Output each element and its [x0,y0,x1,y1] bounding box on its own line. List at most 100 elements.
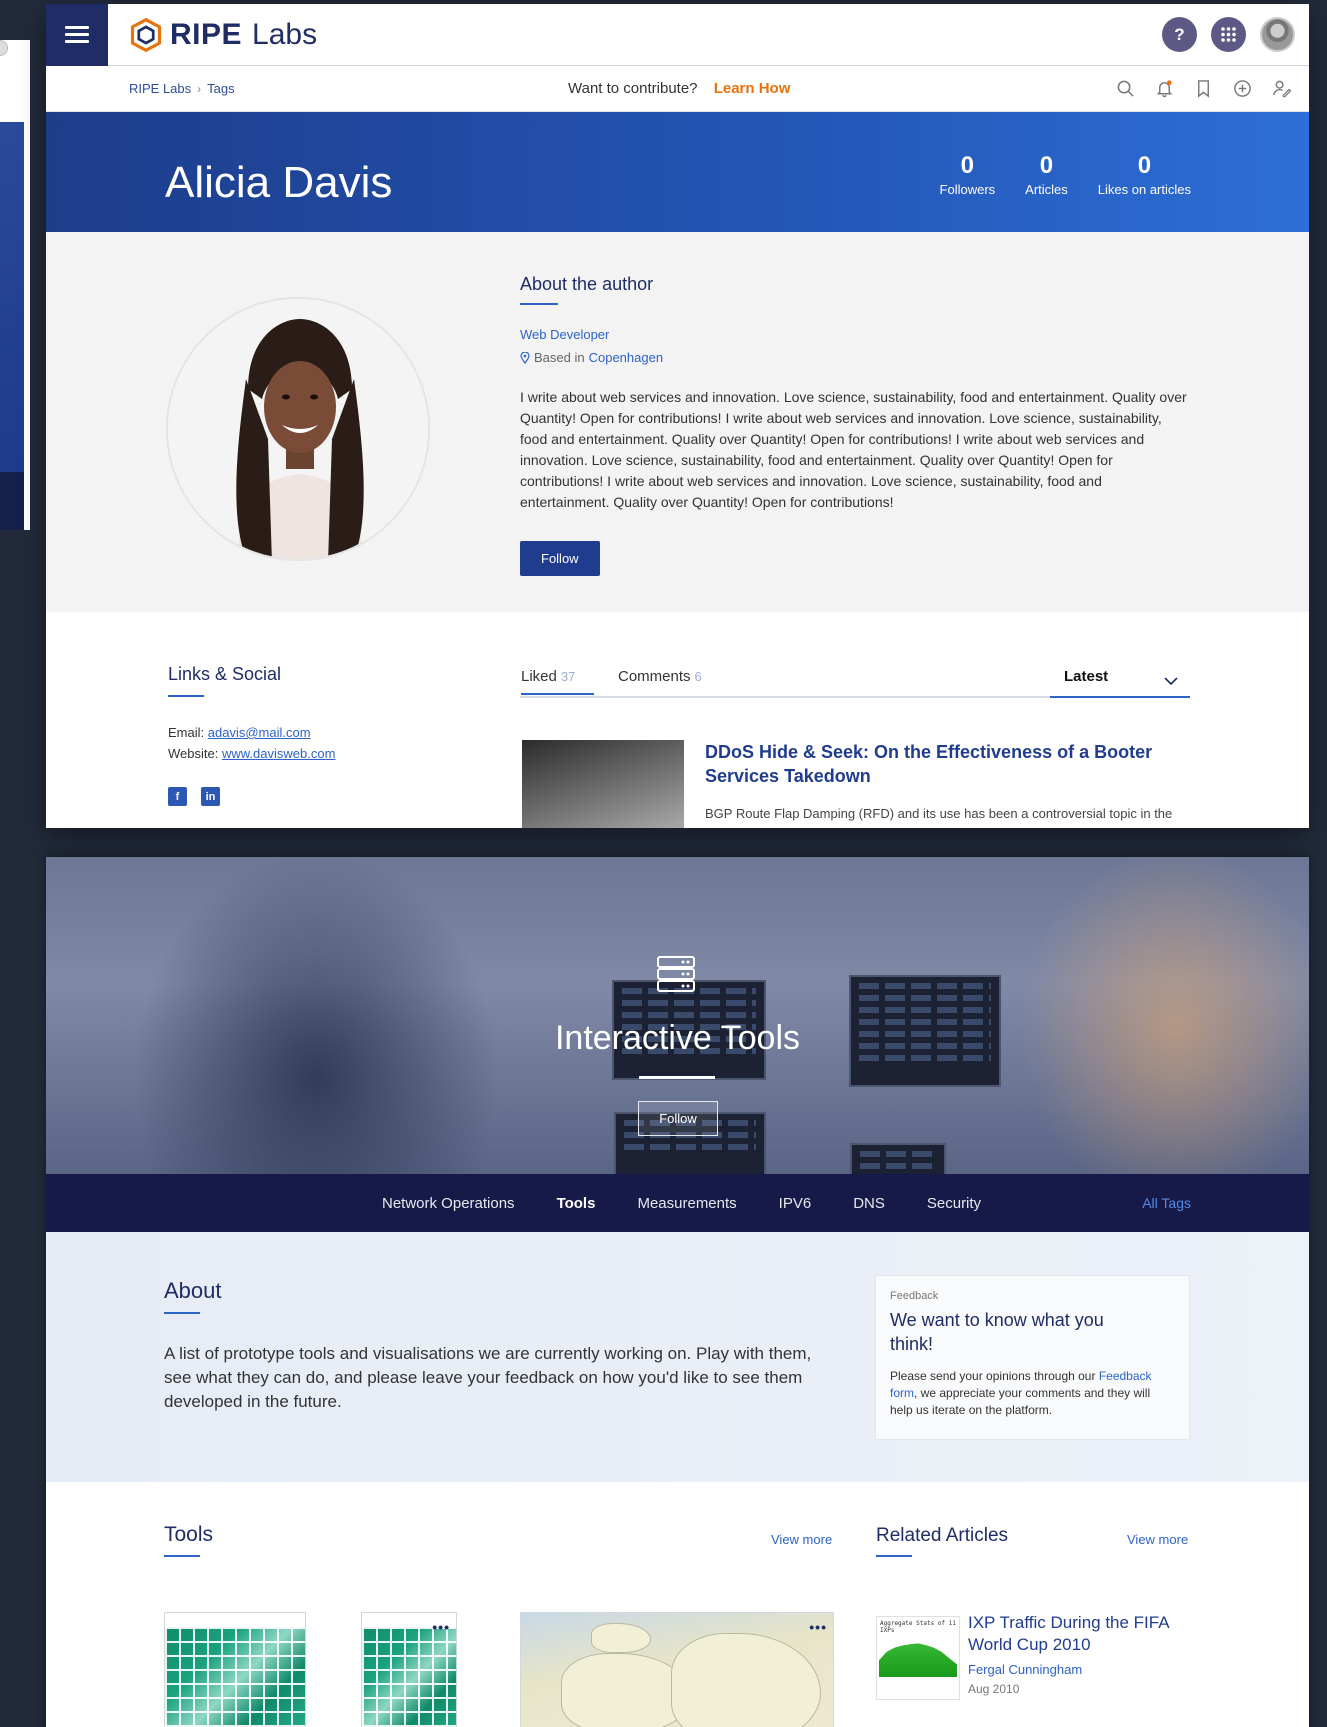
tag-nav-tools[interactable]: Tools [557,1195,596,1212]
sort-dropdown[interactable]: Latest [1050,668,1190,698]
author-profile-window: RIPE Labs ? RIPE Labs › Tags Want to con… [46,4,1309,828]
stat-likes: 0 Likes on articles [1098,152,1191,197]
map-landmass [591,1623,651,1653]
feedback-heading: We want to know what you think! [890,1310,1104,1354]
logo-sub: Labs [252,17,318,51]
tab-label: Liked [521,668,557,685]
website-label: Website: [168,746,219,761]
stat-value: 0 [1137,152,1152,179]
tag-nav-measurements[interactable]: Measurements [637,1195,736,1212]
stat-label: Articles [1025,182,1068,197]
tool-card-heatmap[interactable] [164,1612,306,1727]
user-avatar[interactable] [1260,17,1295,52]
more-options-icon[interactable]: ••• [809,1619,827,1635]
contribute-prompt: Want to contribute? Learn How [568,80,790,97]
feedback-body-after: , we appreciate your comments and they w… [890,1386,1151,1417]
stat-followers: 0 Followers [940,152,996,197]
links-social: Links & Social Email: adavis@mail.com We… [168,664,335,806]
logo-brand: RIPE [170,17,243,51]
follow-tag-button[interactable]: Follow [638,1101,718,1136]
tag-nav-security[interactable]: Security [927,1195,981,1212]
add-circle-icon[interactable] [1233,79,1252,98]
article-title[interactable]: DDoS Hide & Seek: On the Effectiveness o… [705,740,1185,788]
server-icon [657,956,695,992]
heatmap-preview [165,1627,305,1727]
traffic-chart-preview [879,1643,957,1677]
tool-card-heatmap[interactable]: ••• [361,1612,457,1727]
background-window-banner [0,122,24,472]
tag-page-window: Interactive Tools Follow Network Operati… [46,857,1309,1727]
tools-view-more-link[interactable]: View more [771,1532,832,1547]
stat-value: 0 [1039,152,1054,179]
learn-how-link[interactable]: Learn How [714,80,791,97]
user-edit-icon[interactable] [1272,79,1291,98]
about-text: A list of prototype tools and visualisat… [164,1344,812,1411]
apps-button[interactable] [1211,17,1246,52]
help-button[interactable]: ? [1162,17,1197,52]
contribute-text: Want to contribute? [568,80,698,97]
author-portrait [166,297,430,561]
profile-stats: 0 Followers 0 Articles 0 Likes on articl… [940,152,1191,197]
tab-comments[interactable]: Comments 6 [618,668,702,685]
author-bio: I write about web services and innovatio… [520,389,1187,510]
website-line: Website: www.davisweb.com [168,746,335,761]
website-link[interactable]: www.davisweb.com [222,746,335,761]
author-job[interactable]: Web Developer [520,327,1190,342]
about-author-section: About the author Web Developer Based in … [46,232,1309,612]
tool-card-map[interactable]: ••• [520,1612,834,1727]
breadcrumb-tags[interactable]: Tags [207,81,234,96]
bookmark-icon[interactable] [1194,79,1213,98]
profile-hero: Alicia Davis 0 Followers 0 Articles 0 Li… [46,112,1309,232]
tab-count: 6 [694,669,702,684]
background-window [0,40,30,530]
author-location: Based in Copenhagen [520,350,1190,365]
related-articles-heading: Related Articles [876,1525,1008,1557]
all-tags-link[interactable]: All Tags [1142,1195,1191,1211]
stat-articles: 0 Articles [1025,152,1068,197]
email-link[interactable]: adavis@mail.com [208,725,311,740]
ripe-hexagon-icon [130,17,162,52]
sort-label: Latest [1064,668,1109,685]
tab-label: Comments [618,668,691,685]
related-article-title[interactable]: IXP Traffic During the FIFA World Cup 20… [968,1612,1198,1656]
ripe-labs-logo[interactable]: RIPE Labs [128,17,317,53]
related-view-more-link[interactable]: View more [1127,1532,1188,1547]
based-in-label: Based in [534,350,585,365]
tag-nav-ipv6[interactable]: IPV6 [779,1195,812,1212]
related-article-date: Aug 2010 [968,1682,1020,1696]
stat-label: Likes on articles [1097,182,1191,197]
hamburger-icon [65,24,89,45]
linkedin-icon[interactable]: in [201,787,220,806]
breadcrumb-ripe-labs[interactable]: RIPE Labs [129,81,191,96]
article-thumbnail[interactable] [522,740,684,828]
tag-nav-network-operations[interactable]: Network Operations [382,1195,515,1212]
activity-tabs: Liked 37 Comments 6 Latest [520,668,1190,698]
follow-author-button[interactable]: Follow [520,541,600,576]
chevron-down-icon [1164,677,1178,686]
thumbnail-caption: Aggregate Stats of 11 IXPs [880,1620,956,1634]
city-link[interactable]: Copenhagen [589,350,663,365]
tab-liked[interactable]: Liked 37 [521,668,594,695]
chevron-right-icon: › [197,81,202,96]
background-window-footer [0,472,24,530]
about-heading: About [164,1278,222,1314]
stat-label: Followers [939,182,996,197]
related-article-author[interactable]: Fergal Cunningham [968,1662,1082,1677]
email-line: Email: adavis@mail.com [168,725,335,740]
tools-related-section: Tools View more ••• ••• Related Articles… [46,1482,1309,1727]
facebook-icon[interactable]: f [168,787,187,806]
tag-nav-dns[interactable]: DNS [853,1195,885,1212]
bell-icon[interactable] [1155,79,1174,98]
related-article-thumbnail[interactable]: Aggregate Stats of 11 IXPs [876,1616,960,1700]
tools-heading: Tools [164,1523,213,1557]
email-label: Email: [168,725,205,740]
feedback-card: Feedback We want to know what you think!… [875,1275,1190,1440]
sub-navbar: RIPE Labs › Tags Want to contribute? Lea… [46,66,1309,112]
more-options-icon[interactable]: ••• [432,1619,450,1635]
search-icon[interactable] [1116,79,1135,98]
heatmap-preview [362,1627,456,1727]
feedback-body: Please send your opinions through our Fe… [890,1368,1175,1419]
feedback-kicker: Feedback [890,1290,939,1302]
menu-button[interactable] [46,4,108,66]
tag-hero: Interactive Tools Follow [46,857,1309,1174]
